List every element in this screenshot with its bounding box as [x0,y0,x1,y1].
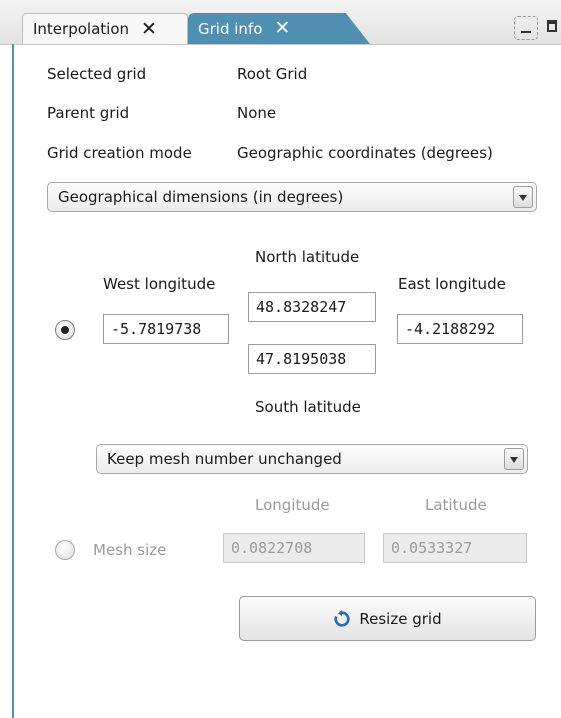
mesh-longitude-label: Longitude [255,496,330,514]
tab-interpolation-label: Interpolation [33,20,129,38]
resize-grid-button[interactable]: Resize grid [239,596,536,641]
parent-grid-label: Parent grid [47,104,130,122]
minimize-icon[interactable] [514,16,538,40]
mesh-size-radio[interactable] [55,540,75,560]
mesh-select-value: Keep mesh number unchanged [107,450,342,468]
mesh-latitude-label: Latitude [425,496,487,514]
resize-grid-label: Resize grid [359,609,442,628]
maximize-icon[interactable] [545,16,561,40]
east-longitude-label: East longitude [398,275,506,293]
north-latitude-input[interactable]: 48.8328247 [248,292,376,322]
south-latitude-input[interactable]: 47.8195038 [248,344,376,374]
selected-grid-value: Root Grid [237,65,308,83]
tab-bar: Interpolation ✕ Grid info ✕ [0,0,561,45]
tab-interpolation[interactable]: Interpolation ✕ [22,13,188,44]
north-latitude-label: North latitude [255,248,360,266]
chevron-down-icon[interactable] [513,186,533,208]
dimensions-select[interactable]: Geographical dimensions (in degrees) [47,182,537,212]
east-longitude-input[interactable]: -4.2188292 [397,314,523,344]
creation-mode-row: Grid creation mode Geographic coordinate… [47,141,493,165]
parent-grid-row: Parent grid None [47,101,276,125]
view-border [12,44,14,718]
refresh-icon [334,609,351,627]
chevron-down-icon[interactable] [504,448,524,470]
mesh-longitude-input[interactable]: 0.0822708 [223,533,365,563]
mesh-select[interactable]: Keep mesh number unchanged [96,444,528,474]
parent-grid-value: None [237,104,277,122]
close-icon[interactable]: ✕ [141,19,157,39]
selected-grid-row: Selected grid Root Grid [47,62,307,86]
tab-grid-info[interactable]: Grid info ✕ [188,13,344,44]
creation-mode-value: Geographic coordinates (degrees) [237,144,493,162]
close-icon[interactable]: ✕ [274,19,290,38]
selected-grid-label: Selected grid [47,65,147,83]
bounds-radio[interactable] [55,320,75,340]
west-longitude-input[interactable]: -5.7819738 [103,314,229,344]
mesh-latitude-input[interactable]: 0.0533327 [383,533,527,563]
dimensions-select-value: Geographical dimensions (in degrees) [58,188,344,206]
west-longitude-label: West longitude [103,275,216,293]
south-latitude-label: South latitude [255,398,361,416]
mesh-size-label: Mesh size [93,541,167,559]
creation-mode-label: Grid creation mode [47,144,192,162]
tab-grid-info-label: Grid info [198,19,263,38]
